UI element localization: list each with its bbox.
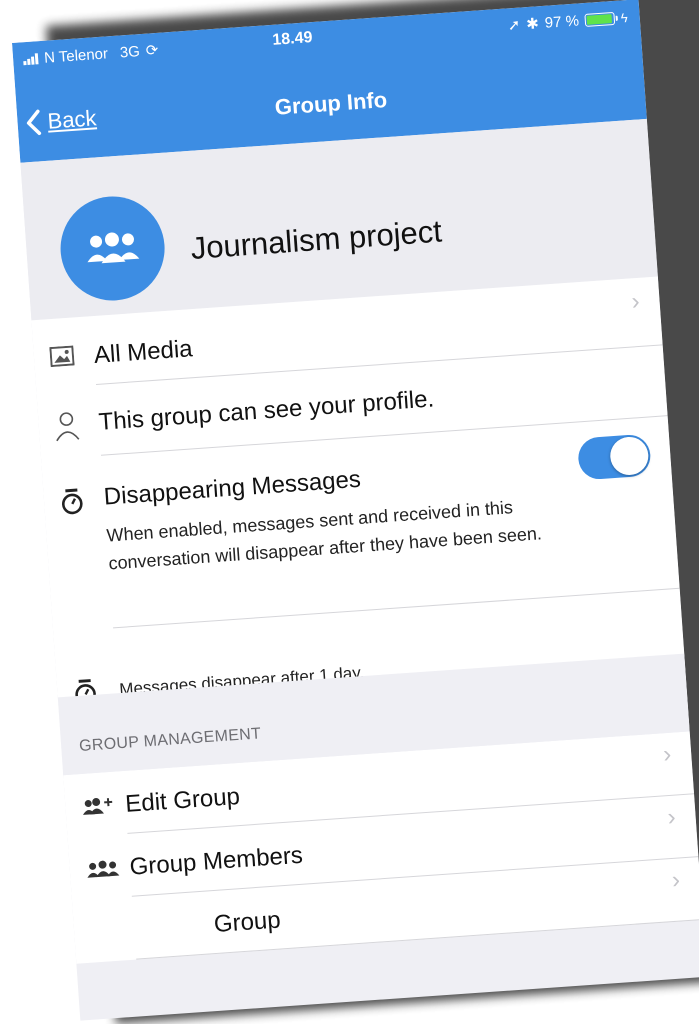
edit-group-label: Edit Group (124, 782, 241, 818)
status-left: N Telenor 3G ⟳ (23, 41, 159, 68)
status-time: 18.49 (271, 29, 313, 49)
battery-icon (584, 11, 616, 27)
group-row-label: Group (213, 906, 282, 939)
chevron-right-icon: › (666, 803, 677, 832)
person-icon (56, 412, 80, 442)
group-icon (87, 232, 140, 264)
add-group-icon (83, 797, 113, 815)
chevron-right-icon: › (662, 740, 673, 769)
group-management-section: GROUP MANAGEMENT Edit Group › Group Memb… (57, 653, 699, 964)
carrier-label: N Telenor (43, 44, 109, 67)
group-members-label: Group Members (128, 841, 304, 881)
profile-visibility-label: This group can see your profile. (97, 385, 435, 436)
disappearing-messages-toggle[interactable] (576, 433, 652, 481)
group-name: Journalism project (189, 213, 443, 266)
toggle-knob (609, 435, 650, 477)
location-icon: ➚ (507, 16, 521, 35)
charging-icon: ϟ (620, 9, 629, 25)
timer-icon (61, 488, 83, 515)
all-media-label: All Media (93, 335, 194, 370)
disappearing-messages-label: Disappearing Messages (102, 465, 362, 511)
bluetooth-icon: ✱ (525, 15, 540, 34)
chevron-right-icon: › (630, 287, 641, 316)
signal-icon (23, 52, 39, 65)
status-right: ➚ ✱ 97 % ϟ (507, 8, 629, 35)
group-management-header: GROUP MANAGEMENT (78, 725, 262, 756)
battery-fill (586, 13, 613, 25)
phone-screen: N Telenor 3G ⟳ 18.49 ➚ ✱ 97 % ϟ Back Gro… (12, 0, 699, 1021)
group-icon (87, 860, 120, 878)
image-icon (49, 345, 75, 368)
group-avatar[interactable] (57, 192, 169, 304)
chevron-right-icon: › (671, 866, 681, 894)
battery-percent: 97 % (544, 11, 580, 32)
network-label: 3G (119, 42, 141, 61)
sync-icon: ⟳ (145, 41, 159, 60)
